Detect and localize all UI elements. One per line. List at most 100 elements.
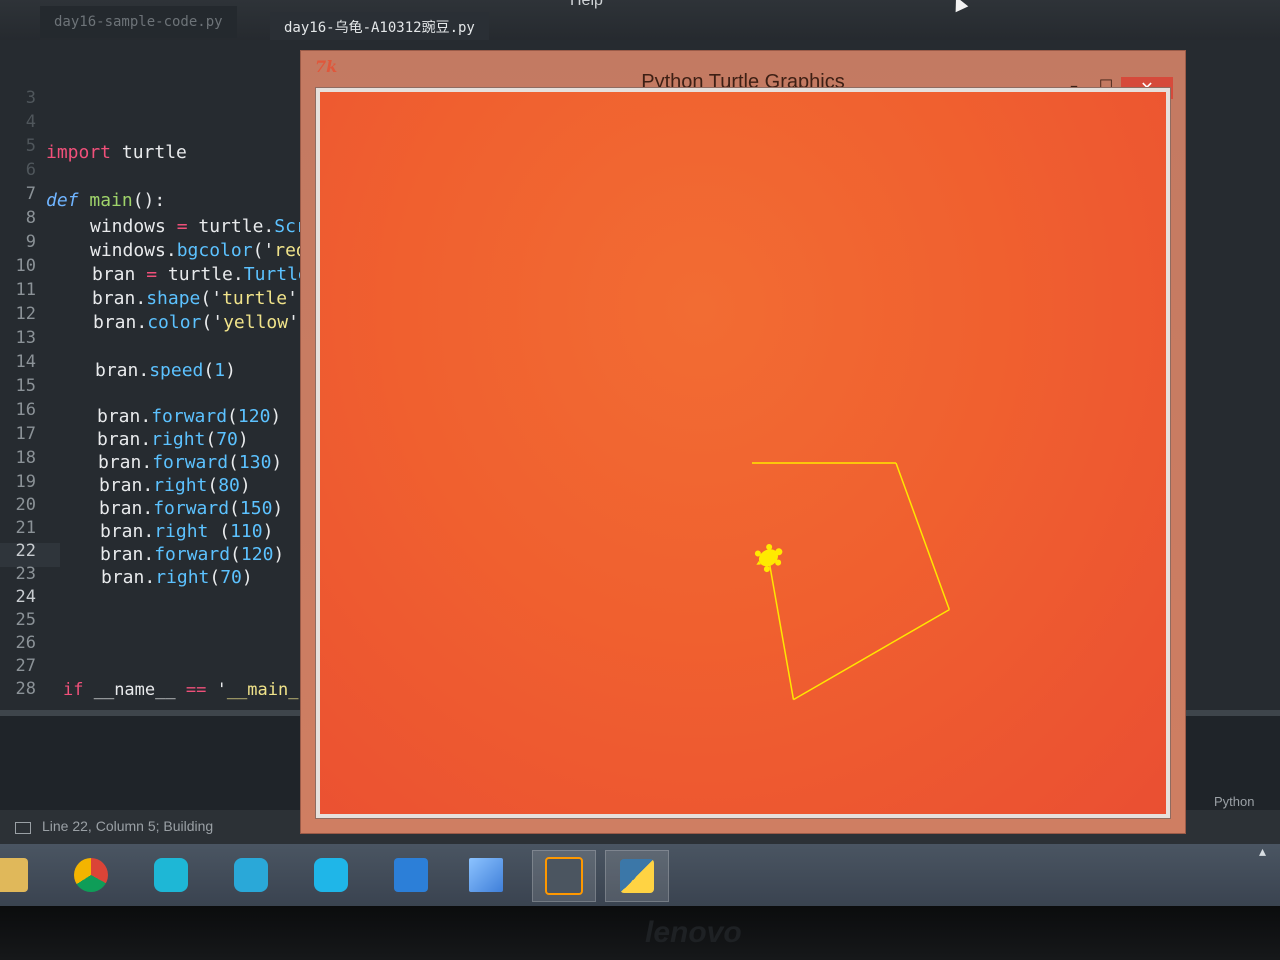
code-line-18[interactable]: bran.forward(130): [98, 452, 282, 473]
line-number: 5: [25, 136, 36, 156]
line-gutter: 3 4 5 6 7 8 9 10 11 12 13 14 15 16 17 18…: [0, 40, 40, 712]
line-number: 26: [15, 633, 36, 653]
code-text: turtle: [111, 142, 187, 163]
code-text: (: [228, 452, 239, 473]
code-text: bran.: [100, 521, 155, 542]
file-manager-icon: [394, 858, 428, 892]
title-bar[interactable]: 7k Python Turtle Graphics – ☐ ✕: [301, 51, 1185, 99]
taskbar-media[interactable]: [455, 850, 517, 900]
method: right: [155, 567, 210, 588]
code-line-8[interactable]: windows = turtle.Scr: [90, 216, 307, 237]
code-text: ): [271, 452, 283, 473]
method: right: [151, 429, 206, 450]
code-line-22[interactable]: bran.forward(120): [100, 544, 284, 565]
line-number: 17: [15, 424, 36, 444]
method: forward: [154, 544, 231, 565]
panel-toggle-icon[interactable]: [15, 822, 31, 834]
tray-expand-icon[interactable]: ▴: [1259, 844, 1266, 860]
code-line-28[interactable]: if __name__ == '__main_: [63, 680, 298, 700]
line-number: 13: [15, 328, 36, 348]
code-line-10[interactable]: bran = turtle.Turtle: [92, 264, 309, 285]
code-text: bran.: [93, 312, 148, 333]
line-number: 21: [15, 518, 36, 538]
line-number: 7: [25, 184, 36, 204]
code-text: bran.: [92, 288, 147, 309]
line-number: 23: [15, 564, 36, 584]
syntax-status[interactable]: Python: [1214, 794, 1254, 809]
system-tray[interactable]: ▴: [1259, 844, 1266, 860]
turtle-canvas[interactable]: [320, 92, 1166, 814]
taskbar-browser[interactable]: [220, 850, 282, 900]
code-text: ): [272, 498, 284, 519]
code-text: (: [227, 406, 238, 427]
keyword: if: [63, 680, 84, 700]
code-line-7[interactable]: def main():: [46, 190, 165, 211]
code-text: windows.: [90, 240, 177, 261]
code-line-23[interactable]: bran.right(70): [101, 567, 253, 588]
taskbar-python[interactable]: [605, 850, 669, 902]
number: 1: [214, 360, 226, 381]
number: 120: [240, 544, 274, 565]
sublime-text-icon: [545, 857, 583, 895]
taskbar-chrome[interactable]: [60, 850, 122, 900]
code-text: (: [229, 498, 240, 519]
method: speed: [149, 360, 204, 381]
taskbar-file-explorer[interactable]: [0, 850, 42, 900]
line-number: 9: [25, 232, 36, 252]
taskbar-file-manager[interactable]: [380, 850, 442, 900]
line-number: 15: [15, 376, 36, 396]
line-number: 3: [25, 88, 36, 108]
line-number: 10: [15, 256, 36, 276]
code-text: (: [208, 521, 231, 542]
code-text: ): [241, 567, 253, 588]
line-number: 12: [15, 304, 36, 324]
number: 120: [237, 406, 271, 427]
code-line-16[interactable]: bran.forward(120): [97, 406, 281, 427]
number: 150: [239, 498, 273, 519]
line-number: 22: [15, 541, 36, 561]
code-text: bran: [92, 264, 147, 285]
code-line-12[interactable]: bran.color('yellow'): [93, 312, 310, 333]
code-text: bran.: [99, 475, 154, 496]
python-icon: [620, 859, 654, 893]
turtle-graphics-window: 7k Python Turtle Graphics – ☐ ✕: [300, 50, 1186, 834]
menu-help[interactable]: Help: [570, 0, 603, 10]
code-text: windows: [90, 216, 177, 237]
line-number: 11: [15, 280, 36, 300]
code-line-20[interactable]: bran.forward(150): [99, 498, 283, 519]
method: right: [153, 475, 208, 496]
code-line-5[interactable]: import turtle: [46, 142, 187, 163]
taskbar-cloud-sync[interactable]: [140, 850, 202, 900]
code-text: turtle.: [187, 216, 275, 237]
tab-sample-code[interactable]: day16-sample-code.py: [40, 6, 237, 38]
string: __main_: [226, 680, 299, 700]
code-text: (: [207, 475, 219, 496]
code-text: ): [239, 475, 251, 496]
function-name: main: [78, 190, 133, 211]
line-number: 18: [15, 448, 36, 468]
code-text: bran.: [100, 544, 155, 565]
taskbar-baidu-cloud[interactable]: [300, 850, 362, 900]
code-text: bran.: [97, 406, 152, 427]
code-text: bran.: [101, 567, 156, 588]
code-line-14[interactable]: bran.speed(1): [95, 360, 236, 381]
number: 110: [230, 521, 263, 542]
code-text: bran.: [99, 498, 154, 519]
string: turtle: [222, 288, 288, 309]
code-text: bran.: [97, 429, 152, 450]
code-text: (: [203, 360, 215, 381]
taskbar-sublime-text[interactable]: [532, 850, 596, 902]
code-line-9[interactable]: windows.bgcolor('red: [90, 240, 307, 261]
code-line-19[interactable]: bran.right(80): [99, 475, 251, 496]
code-line-11[interactable]: bran.shape('turtle'): [92, 288, 309, 309]
method: color: [147, 312, 202, 333]
status-text: Line 22, Column 5; Building: [42, 818, 214, 834]
monitor-bezel: [0, 906, 1280, 960]
code-text: (': [200, 288, 223, 309]
line-number: 4: [25, 112, 36, 132]
lenovo-logo: lenovo: [645, 916, 742, 949]
code-line-17[interactable]: bran.right(70): [97, 429, 249, 450]
line-number: 20: [15, 495, 36, 515]
code-line-21[interactable]: bran.right (110): [100, 521, 273, 542]
line-number: 28: [15, 679, 36, 699]
